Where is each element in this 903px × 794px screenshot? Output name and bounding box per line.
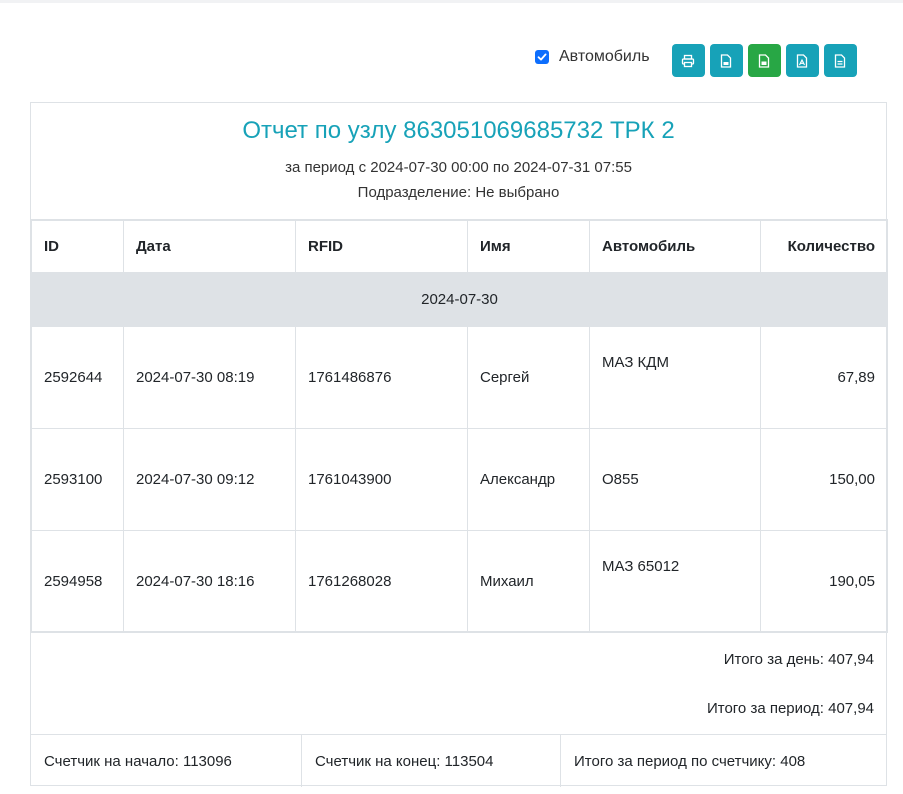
cell-quantity: 150,00 xyxy=(760,427,888,531)
export-pdf-button[interactable] xyxy=(785,44,819,77)
cell-date: 2024-07-30 09:12 xyxy=(123,427,296,531)
counters-row: Счетчик на начало: 113096 Счетчик на кон… xyxy=(31,734,886,787)
cell-date: 2024-07-30 08:19 xyxy=(123,325,296,429)
table-row: 2592644 2024-07-30 08:19 1761486876 Серг… xyxy=(31,325,888,429)
text-file-icon xyxy=(834,53,846,68)
table-row: 2594958 2024-07-30 18:16 1761268028 Миха… xyxy=(31,529,888,633)
checkmark-icon xyxy=(537,53,547,60)
car-column-toggle[interactable]: Автомобиль xyxy=(535,48,650,66)
total-day: Итого за день: 407,94 xyxy=(723,651,874,668)
cell-id: 2592644 xyxy=(31,325,124,429)
cell-name: Александр xyxy=(467,427,590,531)
cell-car: МАЗ 65012 xyxy=(589,529,761,633)
report-table: ID Дата RFID Имя Автомобиль Количество 2… xyxy=(31,219,888,633)
cell-rfid: 1761268028 xyxy=(295,529,468,633)
cell-quantity: 190,05 xyxy=(760,529,888,633)
total-period: Итого за период: 407,94 xyxy=(706,700,874,717)
printer-icon xyxy=(681,54,695,67)
print-button[interactable] xyxy=(671,44,705,77)
counter-total: Итого за период по счетчику: 408 xyxy=(574,752,806,770)
excel-file-icon xyxy=(758,53,770,68)
column-header-car: Автомобиль xyxy=(589,219,761,274)
cell-date: 2024-07-30 18:16 xyxy=(123,529,296,633)
cell-id: 2593100 xyxy=(31,427,124,531)
export-excel-button[interactable] xyxy=(747,44,781,77)
group-date-cell: 2024-07-30 xyxy=(31,272,888,327)
report-toolbar: Автомобиль xyxy=(535,44,862,77)
cell-car: О855 xyxy=(589,427,761,531)
report-title: Отчет по узлу 863051069685732 ТРК 2 xyxy=(242,117,675,144)
report-header: Отчет по узлу 863051069685732 ТРК 2 за п… xyxy=(31,103,886,219)
counter-start: Счетчик на начало: 113096 xyxy=(31,735,302,787)
date-group-row: 2024-07-30 xyxy=(31,272,888,327)
table-header-row: ID Дата RFID Имя Автомобиль Количество xyxy=(31,219,888,274)
file-icon xyxy=(720,53,732,68)
cell-id: 2594958 xyxy=(31,529,124,633)
table-row: 2593100 2024-07-30 09:12 1761043900 Алек… xyxy=(31,427,888,531)
column-header-id: ID xyxy=(31,219,124,274)
column-header-rfid: RFID xyxy=(295,219,468,274)
pdf-file-icon xyxy=(796,53,808,68)
totals-section: Итого за день: 407,94 Итого за период: 4… xyxy=(31,631,886,735)
column-header-date: Дата xyxy=(123,219,296,274)
export-text-button[interactable] xyxy=(823,44,857,77)
top-border xyxy=(0,0,903,3)
cell-car: МАЗ КДМ xyxy=(589,325,761,429)
export-file-button[interactable] xyxy=(709,44,743,77)
car-checkbox-label: Автомобиль xyxy=(559,47,650,65)
cell-name: Сергей xyxy=(467,325,590,429)
report-period: за период с 2024-07-30 00:00 по 2024-07-… xyxy=(285,159,632,176)
cell-rfid: 1761486876 xyxy=(295,325,468,429)
column-header-name: Имя xyxy=(467,219,590,274)
cell-quantity: 67,89 xyxy=(760,325,888,429)
cell-name: Михаил xyxy=(467,529,590,633)
report-division: Подразделение: Не выбрано xyxy=(357,184,560,201)
report-panel: Отчет по узлу 863051069685732 ТРК 2 за п… xyxy=(30,102,888,787)
column-header-quantity: Количество xyxy=(760,219,888,274)
counter-end: Счетчик на конец: 113504 xyxy=(302,735,561,787)
cell-rfid: 1761043900 xyxy=(295,427,468,531)
car-checkbox[interactable] xyxy=(535,49,549,64)
